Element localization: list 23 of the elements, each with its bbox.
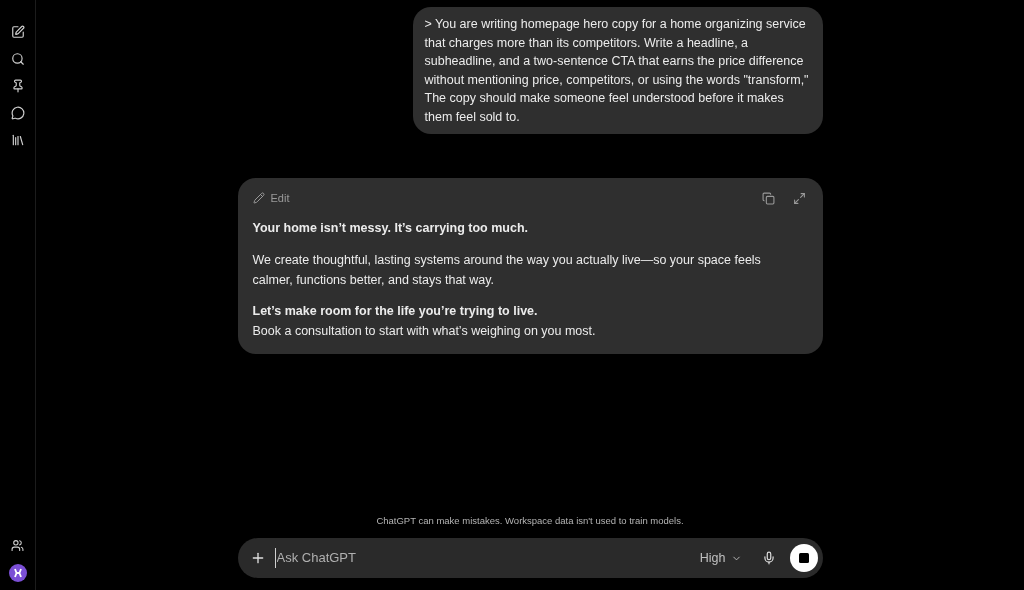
model-selector[interactable]: High [699, 548, 742, 568]
expand-icon[interactable] [792, 191, 806, 205]
copy-icon[interactable] [761, 191, 775, 205]
avatar-icon[interactable] [8, 564, 27, 582]
edit-button[interactable]: Edit [252, 190, 290, 207]
headline-text: Your home isn’t messy. It’s carrying too much. [252, 219, 530, 237]
pencil-icon [252, 192, 265, 205]
message-input[interactable]: Ask ChatGPT [274, 548, 700, 568]
microphone-icon[interactable] [761, 551, 776, 565]
body-text: We create thoughtful, lasting systems around the way you actually live—so your space feels calmer, functions better, and stays that way. [252, 251, 762, 289]
user-message: > You are writing homepage hero copy for a home organizing service that charges more than its competitors. Write a headline, a subheadline, and a two-sentence CTA that earns the price difference without mentioning price, competitors, or using the words "transform," The copy should make someone feel understood before it makes them feel sold to. [424, 16, 810, 126]
disclaimer-text: ChatGPT can make mistakes. Workspace data isn't used to train models. [376, 513, 684, 528]
chat-bubble-icon[interactable] [10, 106, 25, 120]
pin-icon[interactable] [10, 79, 25, 93]
stop-icon [798, 553, 809, 563]
library-icon[interactable] [10, 133, 25, 147]
cta-headline-text: Let’s make room for the life you’re trying to live. [252, 302, 539, 320]
composer-bar[interactable]: Ask ChatGPT High [237, 538, 823, 578]
search-icon[interactable] [10, 52, 25, 66]
people-icon[interactable] [11, 539, 24, 552]
cta-body-text: Book a consultation to start with what’s weighing on you most. [252, 322, 597, 340]
new-chat-icon[interactable] [10, 25, 25, 39]
stop-button[interactable] [789, 544, 818, 572]
